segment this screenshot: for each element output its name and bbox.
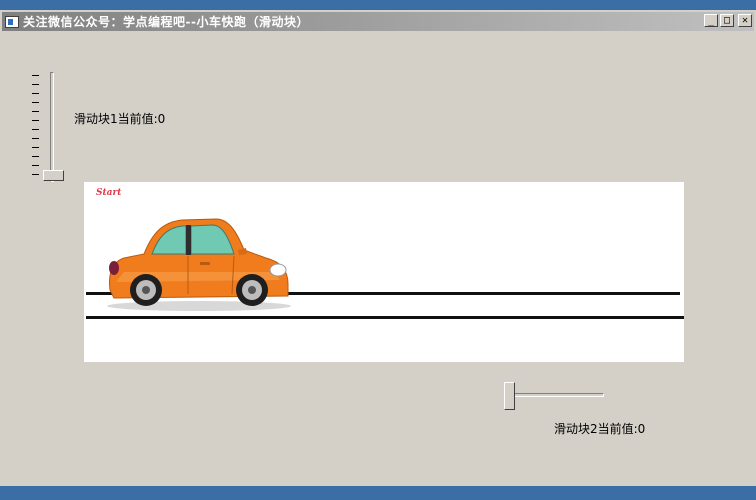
app-icon — [5, 15, 19, 28]
slider-2-handle[interactable] — [504, 382, 515, 410]
slider-1-tick — [32, 75, 39, 76]
road-scene: Start — [84, 182, 684, 362]
slider-1-tick — [32, 120, 39, 121]
window-controls: _ □ ✕ — [704, 14, 752, 27]
slider-2-track[interactable] — [504, 393, 604, 397]
start-label: Start — [96, 188, 122, 198]
app-window: 关注微信公众号：学点编程吧--小车快跑（滑动块） _ □ ✕ 滑动块1当前值:0… — [0, 10, 756, 486]
slider-1-tick — [32, 138, 39, 139]
slider-2[interactable] — [504, 380, 608, 412]
close-button[interactable]: ✕ — [738, 14, 752, 27]
slider-2-value-label: 滑动块2当前值:0 — [554, 422, 646, 436]
maximize-button[interactable]: □ — [720, 14, 734, 27]
window-title: 关注微信公众号：学点编程吧--小车快跑（滑动块） — [23, 15, 309, 29]
slider-1-tick — [32, 111, 39, 112]
slider-1-tick — [32, 102, 39, 103]
slider-1-track[interactable] — [50, 72, 54, 182]
slider-1-tick — [32, 165, 39, 166]
slider-1-tick — [32, 156, 39, 157]
slider-1-handle[interactable] — [43, 170, 64, 181]
slider-1-value-label: 滑动块1当前值:0 — [74, 112, 166, 126]
slider-1-tick — [32, 84, 39, 85]
slider-1-tick — [32, 174, 39, 175]
slider-1-tick — [32, 129, 39, 130]
title-bar[interactable]: 关注微信公众号：学点编程吧--小车快跑（滑动块） _ □ ✕ — [2, 12, 754, 31]
slider-1[interactable] — [32, 72, 68, 184]
slider-1-tick — [32, 147, 39, 148]
minimize-button[interactable]: _ — [704, 14, 718, 27]
road-line-bottom — [86, 316, 684, 319]
car-image — [107, 218, 291, 311]
slider-1-tick — [32, 93, 39, 94]
